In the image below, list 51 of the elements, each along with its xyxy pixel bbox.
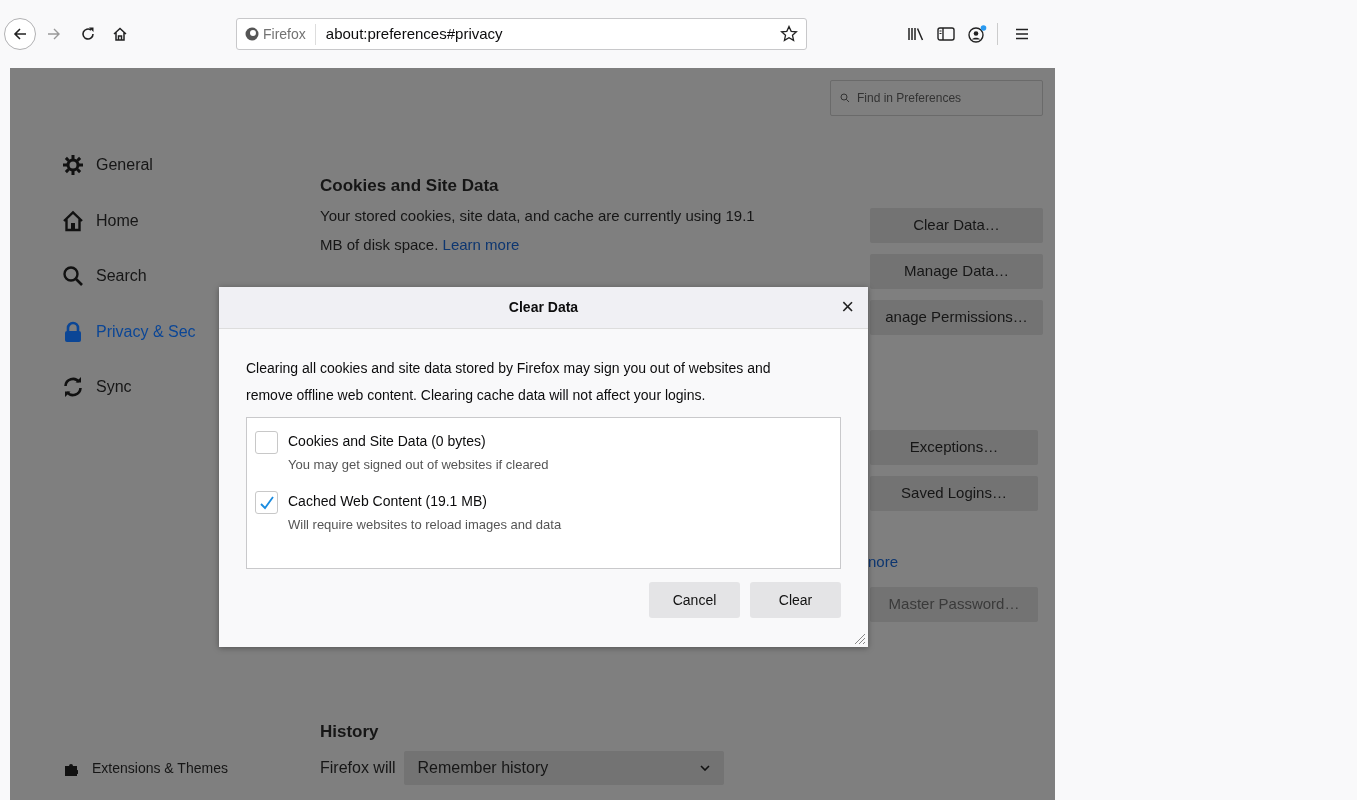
- sidebar-item[interactable]: Privacy & Sec: [62, 313, 320, 350]
- star-icon[interactable]: [780, 25, 798, 43]
- preferences-button[interactable]: Manage Data…: [870, 254, 1043, 289]
- gear-icon: [62, 154, 84, 176]
- forward-arrow-icon[interactable]: [46, 26, 62, 42]
- puzzle-piece-icon: [64, 761, 78, 776]
- account-icon[interactable]: [967, 25, 987, 43]
- learn-more-link[interactable]: nore: [868, 552, 899, 572]
- site-identity: Firefox: [263, 23, 316, 45]
- history-label: Firefox will: [320, 758, 396, 778]
- preferences-button[interactable]: Exceptions…: [870, 430, 1038, 465]
- section-heading: Cookies and Site Data: [320, 175, 500, 197]
- preferences-button[interactable]: anage Permissions…: [870, 300, 1043, 335]
- home-icon[interactable]: [112, 26, 128, 42]
- preferences-button[interactable]: Clear Data…: [870, 208, 1043, 243]
- dialog-message: Clearing all cookies and site data stored by Firefox may sign you out of websites and remove offline web content. Clearing cache data will not affect your logins.: [246, 359, 772, 405]
- preferences-button[interactable]: Saved Logins…: [870, 476, 1038, 511]
- sidebar-item[interactable]: General: [62, 147, 320, 183]
- section-heading: History: [320, 721, 380, 743]
- resize-grip-icon[interactable]: [852, 631, 866, 645]
- search-icon: [62, 265, 84, 287]
- checkbox-label[interactable]: Cookies and Site Data (0 bytes): [288, 431, 549, 451]
- home-icon: [62, 209, 84, 232]
- search-field[interactable]: Find in Preferences: [830, 80, 1043, 116]
- url-text[interactable]: about:preferences#privacy: [325, 22, 780, 46]
- reload-icon[interactable]: [80, 26, 96, 42]
- close-button[interactable]: ×: [841, 296, 854, 318]
- back-button[interactable]: [4, 18, 36, 50]
- checkbox[interactable]: [255, 491, 278, 514]
- checkbox[interactable]: [255, 431, 278, 454]
- sidebar-item[interactable]: Home: [62, 202, 320, 239]
- back-arrow-icon[interactable]: [12, 26, 28, 42]
- history-dropdown[interactable]: Remember history: [403, 751, 724, 785]
- library-icon[interactable]: [907, 26, 925, 42]
- menu-icon[interactable]: [1014, 26, 1030, 42]
- sidebar-footer-link[interactable]: Extensions & Themes: [92, 758, 228, 779]
- sync-icon: [62, 376, 84, 398]
- option-description: Will require websites to reload images and data: [288, 516, 562, 534]
- dialog-title: Clear Data: [508, 298, 579, 317]
- sidebar-item[interactable]: Search: [62, 258, 320, 294]
- dialog-button[interactable]: Cancel: [649, 582, 740, 618]
- chevron-down-icon: [699, 765, 710, 771]
- option-description: You may get signed out of websites if cleared: [288, 456, 549, 474]
- firefox-logo-icon: [245, 27, 259, 41]
- address-bar[interactable]: Firefox about:preferences#privacy: [236, 18, 807, 50]
- sidebar-icon[interactable]: [937, 26, 955, 42]
- learn-more-link[interactable]: Learn more: [442, 236, 520, 253]
- checkbox-label[interactable]: Cached Web Content (19.1 MB): [288, 491, 562, 511]
- dialog-button[interactable]: Clear: [750, 582, 841, 618]
- storage-description: Your stored cookies, site data, and cache are currently using 19.1 MB of disk space. Learn more: [320, 206, 756, 255]
- lock-icon: [62, 320, 84, 343]
